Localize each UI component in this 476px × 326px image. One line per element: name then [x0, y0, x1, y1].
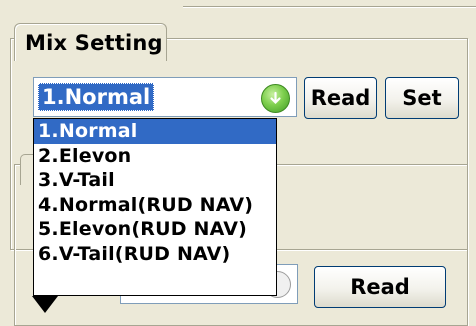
down-triangle-icon: [32, 296, 58, 313]
green-down-arrow-icon[interactable]: [261, 84, 290, 113]
dropdown-option[interactable]: 2.Elevon: [34, 144, 276, 169]
set-button[interactable]: Set: [385, 77, 459, 119]
dropdown-option[interactable]: 1.Normal: [34, 119, 276, 144]
read-button[interactable]: Read: [304, 77, 377, 119]
mix-setting-title: Mix Setting: [14, 23, 167, 61]
dropdown-option[interactable]: 5.Elevon(RUD NAV): [34, 217, 276, 242]
dropdown-option[interactable]: 4.Normal(RUD NAV): [34, 193, 276, 218]
dropdown-option[interactable]: 6.V-Tail(RUD NAV): [34, 242, 276, 267]
combo-selected-value: 1.Normal: [38, 83, 155, 111]
lower-read-button[interactable]: Read: [314, 266, 446, 308]
dropdown-option[interactable]: 3.V-Tail: [34, 168, 276, 193]
top-separator: [183, 0, 476, 7]
mix-mode-combobox[interactable]: 1.Normal: [33, 77, 297, 117]
mix-mode-dropdown-list[interactable]: 1.Normal 2.Elevon 3.V-Tail 4.Normal(RUD …: [33, 118, 277, 296]
